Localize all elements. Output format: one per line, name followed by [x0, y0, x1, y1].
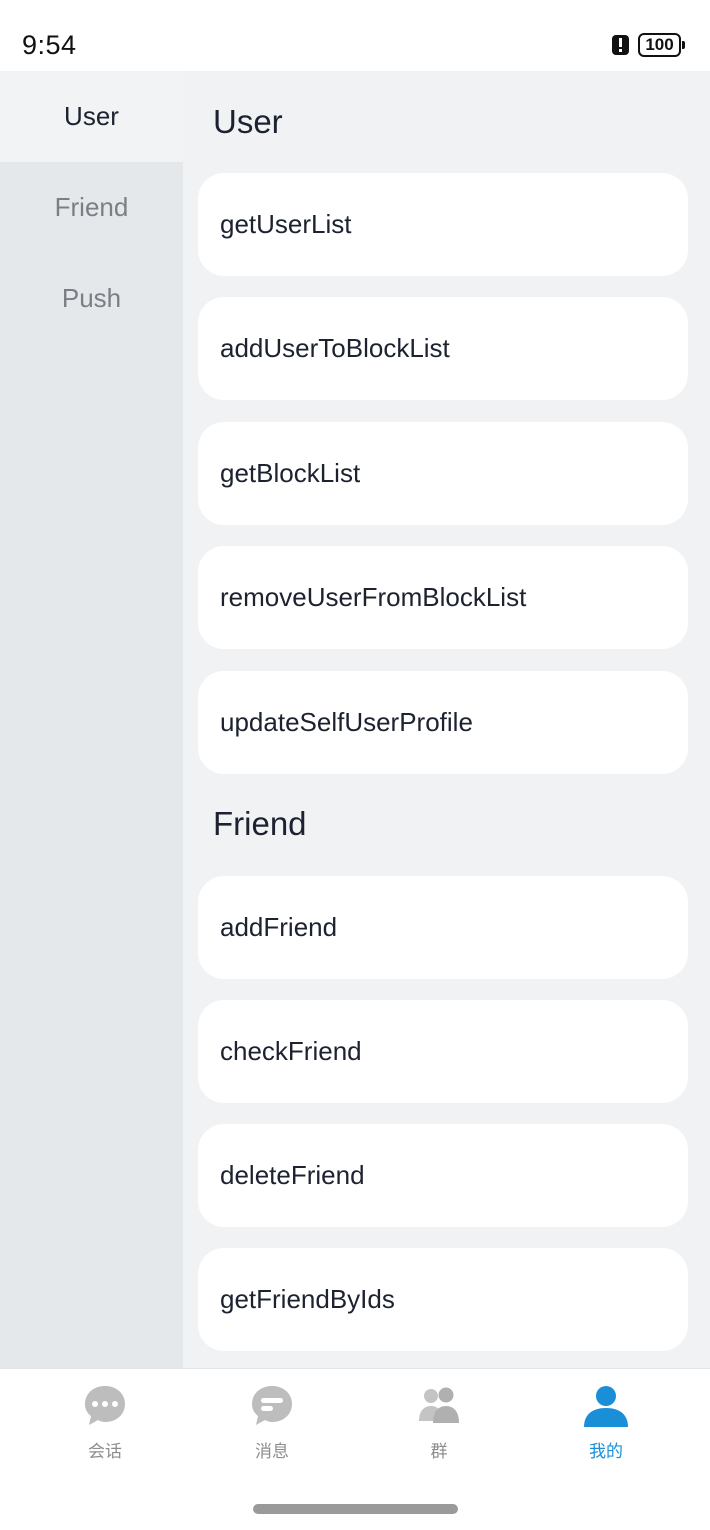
- api-item-update-self-user-profile[interactable]: updateSelfUserProfile: [198, 671, 688, 774]
- tab-me[interactable]: 我的: [546, 1383, 666, 1463]
- tab-conversations[interactable]: 会话: [45, 1383, 165, 1463]
- category-sidebar: User Friend Push: [0, 71, 183, 1368]
- sidebar-item-label: User: [64, 101, 119, 131]
- api-item-label: deleteFriend: [220, 1160, 365, 1190]
- api-item-label: updateSelfUserProfile: [220, 707, 473, 737]
- api-item-get-user-list[interactable]: getUserList: [198, 173, 688, 276]
- api-item-add-user-to-block-list[interactable]: addUserToBlockList: [198, 297, 688, 400]
- sidebar-item-user[interactable]: User: [0, 71, 183, 162]
- section-title-friend: Friend: [213, 805, 307, 842]
- status-time: 9:54: [22, 30, 77, 60]
- api-item-label: getUserList: [220, 209, 352, 239]
- sidebar-item-label: Push: [61, 283, 122, 313]
- api-item-label: getFriendByIds: [220, 1284, 395, 1314]
- status-bar: 9:54 100: [0, 0, 710, 71]
- tab-label: 消息: [255, 1442, 289, 1461]
- alert-icon: [612, 35, 629, 55]
- api-item-label: addFriend: [220, 912, 338, 942]
- api-item-get-friend-by-ids[interactable]: getFriendByIds: [198, 1248, 688, 1351]
- tab-label: 群: [430, 1442, 448, 1461]
- api-item-remove-user-from-block-list[interactable]: removeUserFromBlockList: [198, 546, 688, 649]
- tab-messages[interactable]: 消息: [212, 1383, 332, 1463]
- api-item-delete-friend[interactable]: deleteFriend: [198, 1124, 688, 1227]
- message-icon: [252, 1386, 292, 1425]
- api-item-label: checkFriend: [220, 1036, 362, 1066]
- tab-groups[interactable]: 群: [379, 1383, 499, 1463]
- api-item-label: removeUserFromBlockList: [220, 582, 527, 612]
- battery-indicator: 100: [638, 33, 685, 57]
- api-item-label: getBlockList: [220, 458, 361, 488]
- tab-label: 会话: [88, 1442, 122, 1461]
- sidebar-item-push[interactable]: Push: [0, 253, 183, 344]
- api-list-panel[interactable]: User getUserList addUserToBlockList getB…: [183, 71, 710, 1368]
- tab-label: 我的: [589, 1442, 623, 1461]
- home-indicator[interactable]: [253, 1504, 458, 1514]
- person-icon: [584, 1386, 628, 1427]
- chat-bubble-icon: [85, 1386, 125, 1425]
- api-item-label: addUserToBlockList: [220, 333, 450, 363]
- group-icon: [419, 1387, 459, 1423]
- sidebar-item-friend[interactable]: Friend: [0, 162, 183, 253]
- sidebar-item-label: Friend: [54, 192, 129, 222]
- api-item-check-friend[interactable]: checkFriend: [198, 1000, 688, 1103]
- section-title-user: User: [213, 103, 283, 140]
- api-item-add-friend[interactable]: addFriend: [198, 876, 688, 979]
- api-item-get-block-list[interactable]: getBlockList: [198, 422, 688, 525]
